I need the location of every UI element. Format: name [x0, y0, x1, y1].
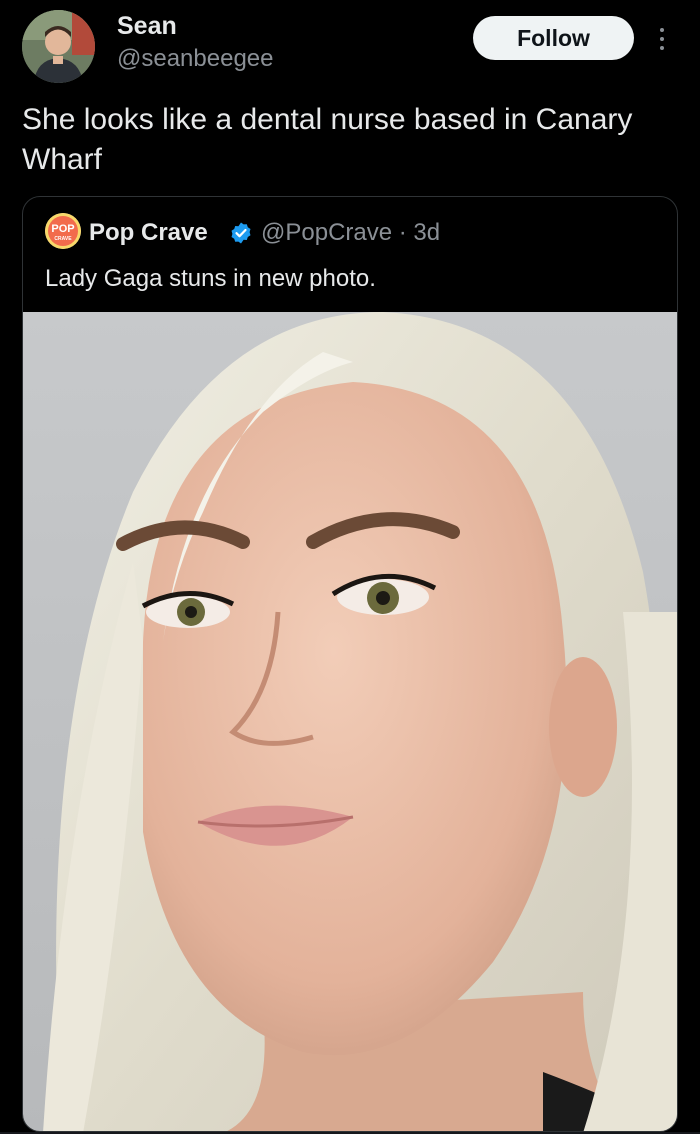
- svg-text:POP: POP: [51, 223, 74, 235]
- tweet-text: She looks like a dental nurse based in C…: [22, 103, 633, 176]
- author-avatar[interactable]: [22, 10, 95, 83]
- quote-author-name[interactable]: Pop Crave: [89, 219, 208, 247]
- pop-crave-avatar[interactable]: POP CRAVE: [45, 213, 81, 249]
- quote-handle-time: @PopCrave · 3d: [261, 219, 441, 246]
- quoted-tweet-card[interactable]: POP CRAVE Pop Crave @PopCrave · 3d Lady …: [22, 196, 678, 1132]
- follow-button[interactable]: Follow: [473, 16, 634, 60]
- more-options-icon[interactable]: [650, 22, 674, 56]
- author-name[interactable]: Sean: [117, 12, 177, 41]
- svg-text:CRAVE: CRAVE: [54, 236, 72, 242]
- author-handle[interactable]: @seanbeegee: [117, 45, 274, 73]
- quote-photo[interactable]: [23, 312, 678, 1132]
- verified-badge-icon: [231, 222, 251, 244]
- quote-text: Lady Gaga stuns in new photo.: [45, 265, 376, 292]
